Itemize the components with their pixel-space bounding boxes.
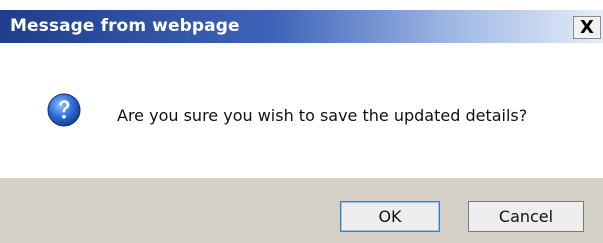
dialog-content: Are you sure you wish to save the update… bbox=[0, 43, 603, 178]
dialog-footer: OK Cancel bbox=[0, 178, 603, 243]
dialog-titlebar[interactable]: Message from webpage X bbox=[0, 10, 603, 43]
message-dialog: Message from webpage X Are you sure you … bbox=[0, 0, 603, 243]
close-icon: X bbox=[580, 16, 594, 38]
dialog-message: Are you sure you wish to save the update… bbox=[117, 106, 528, 125]
dialog-title: Message from webpage bbox=[10, 16, 240, 36]
ok-button[interactable]: OK bbox=[340, 201, 440, 232]
cancel-button[interactable]: Cancel bbox=[468, 201, 584, 232]
question-icon bbox=[47, 93, 81, 127]
close-button[interactable]: X bbox=[573, 16, 601, 39]
